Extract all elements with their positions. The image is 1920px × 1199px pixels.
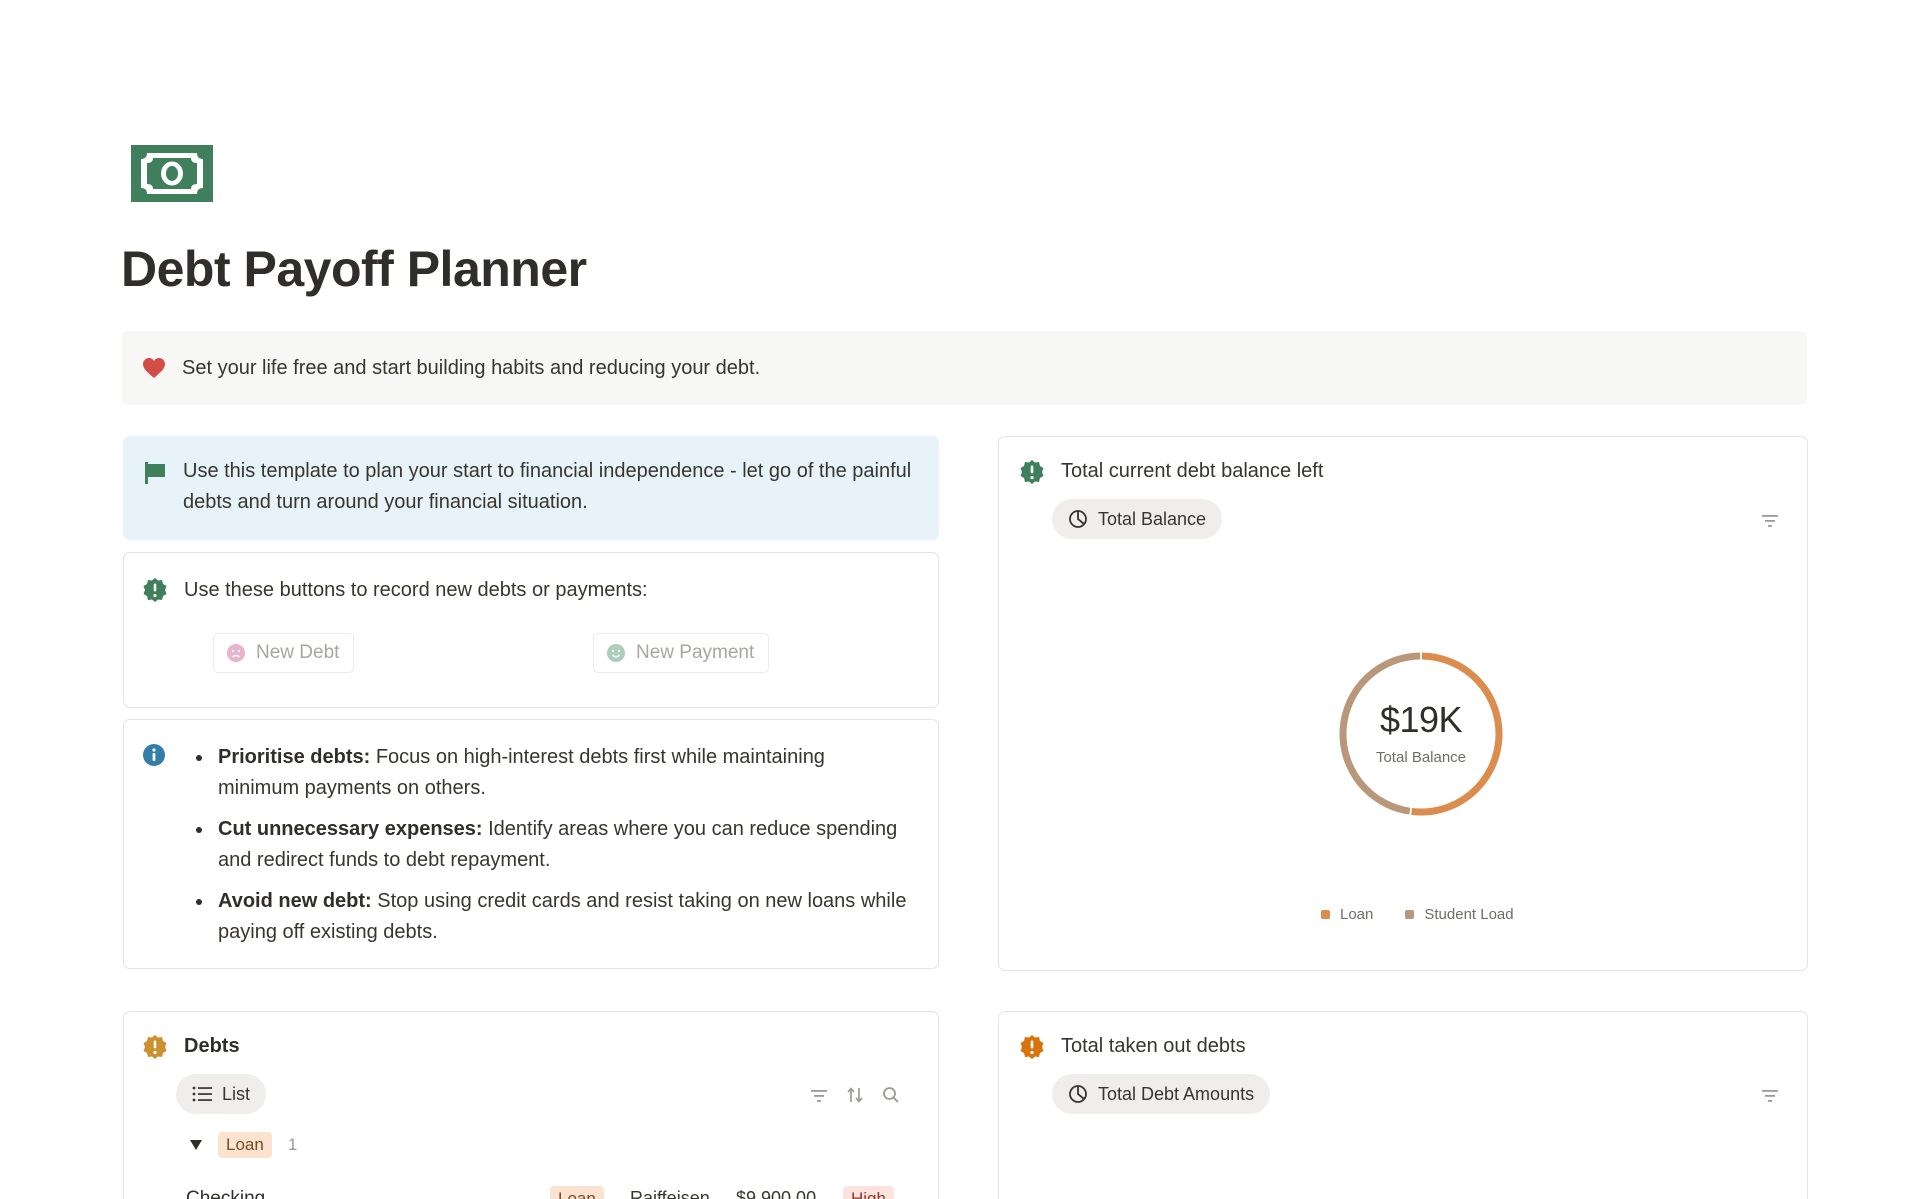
new-payment-label: New Payment	[636, 642, 755, 663]
row-bank: Raiffeisen	[630, 1188, 710, 1199]
legend-item-student[interactable]: Student Load	[1405, 906, 1514, 923]
search-icon[interactable]	[882, 1086, 900, 1109]
legend-label: Student Load	[1424, 906, 1514, 923]
pie-chart-icon	[1068, 1084, 1088, 1104]
view-tab-label: List	[222, 1083, 251, 1104]
donut-chart: $19K Total Balance	[1338, 651, 1504, 817]
balance-card-title: Total current debt balance left	[1061, 460, 1324, 482]
intro-text: Use this template to plan your start to …	[183, 460, 912, 513]
new-payment-button[interactable]: New Payment	[593, 633, 770, 673]
pie-chart-icon	[1068, 509, 1088, 529]
list-icon	[192, 1086, 212, 1102]
sad-face-icon	[226, 643, 246, 663]
page-title: Debt Payoff Planner	[121, 241, 587, 297]
view-tab-label: Total Debt Amounts	[1098, 1083, 1255, 1104]
alert-badge-icon	[1019, 1034, 1045, 1060]
donut-center-value: $19K	[1379, 699, 1463, 740]
group-header-loan[interactable]: Loan 1	[190, 1132, 297, 1158]
info-icon	[142, 743, 166, 767]
sort-icon[interactable]	[846, 1086, 864, 1109]
balance-card: Total current debt balance left Total Ba…	[998, 436, 1808, 971]
tips-callout: Prioritise debts: Focus on high-interest…	[123, 719, 939, 969]
view-tab-total-debt-amounts[interactable]: Total Debt Amounts	[1052, 1074, 1271, 1114]
view-tab-label: Total Balance	[1098, 508, 1207, 529]
intro-callout: Use this template to plan your start to …	[123, 436, 939, 540]
buttons-callout: Use these buttons to record new debts or…	[123, 552, 939, 708]
row-priority-tag: High	[843, 1186, 894, 1199]
banner-text: Set your life free and start building ha…	[182, 356, 761, 379]
new-debt-button[interactable]: New Debt	[213, 633, 355, 673]
new-debt-label: New Debt	[256, 642, 340, 663]
filter-icon[interactable]	[1761, 514, 1779, 533]
chart-legend: Loan Student Load	[1321, 906, 1546, 923]
list-item: Cut unnecessary expenses: Identify areas…	[190, 814, 910, 876]
donut-center-label: Total Balance	[1375, 749, 1467, 766]
triangle-down-icon[interactable]	[190, 1140, 202, 1150]
table-row[interactable]: Checking Loan Raiffeisen $9,900.00 High	[186, 1186, 926, 1199]
heart-icon	[142, 357, 166, 379]
view-tab-list[interactable]: List	[176, 1074, 267, 1114]
debts-card: Debts List Loan 1 Checking Loan Raiffeis…	[123, 1011, 939, 1199]
group-tag: Loan	[218, 1132, 272, 1158]
alert-badge-icon	[142, 1034, 168, 1060]
page: Debt Payoff Planner Set your life free a…	[0, 0, 1920, 1199]
filter-icon[interactable]	[1761, 1089, 1779, 1108]
taken-debts-card: Total taken out debts Total Debt Amounts	[998, 1011, 1808, 1199]
legend-swatch	[1321, 910, 1330, 919]
legend-swatch	[1405, 910, 1415, 919]
legend-label: Loan	[1340, 906, 1374, 923]
list-item: Avoid new debt: Stop using credit cards …	[190, 886, 910, 948]
row-name: Checking	[186, 1188, 266, 1199]
money-bill-icon[interactable]	[131, 145, 213, 202]
view-tab-total-balance[interactable]: Total Balance	[1052, 499, 1223, 539]
group-count: 1	[287, 1135, 298, 1154]
alert-badge-icon	[142, 577, 168, 603]
flag-icon	[143, 461, 167, 485]
buttons-callout-text: Use these buttons to record new debts or…	[184, 579, 648, 601]
banner-callout: Set your life free and start building ha…	[122, 331, 1807, 405]
taken-card-title: Total taken out debts	[1061, 1035, 1246, 1057]
row-amount: $9,900.00	[736, 1188, 817, 1199]
filter-icon[interactable]	[810, 1089, 828, 1108]
list-item: Prioritise debts: Focus on high-interest…	[190, 742, 910, 804]
row-type-tag: Loan	[550, 1186, 604, 1199]
tips-list: Prioritise debts: Focus on high-interest…	[190, 742, 910, 958]
alert-badge-icon	[1019, 459, 1045, 485]
legend-item-loan[interactable]: Loan	[1321, 906, 1373, 923]
smile-face-icon	[606, 643, 626, 663]
debts-card-title: Debts	[184, 1035, 240, 1057]
